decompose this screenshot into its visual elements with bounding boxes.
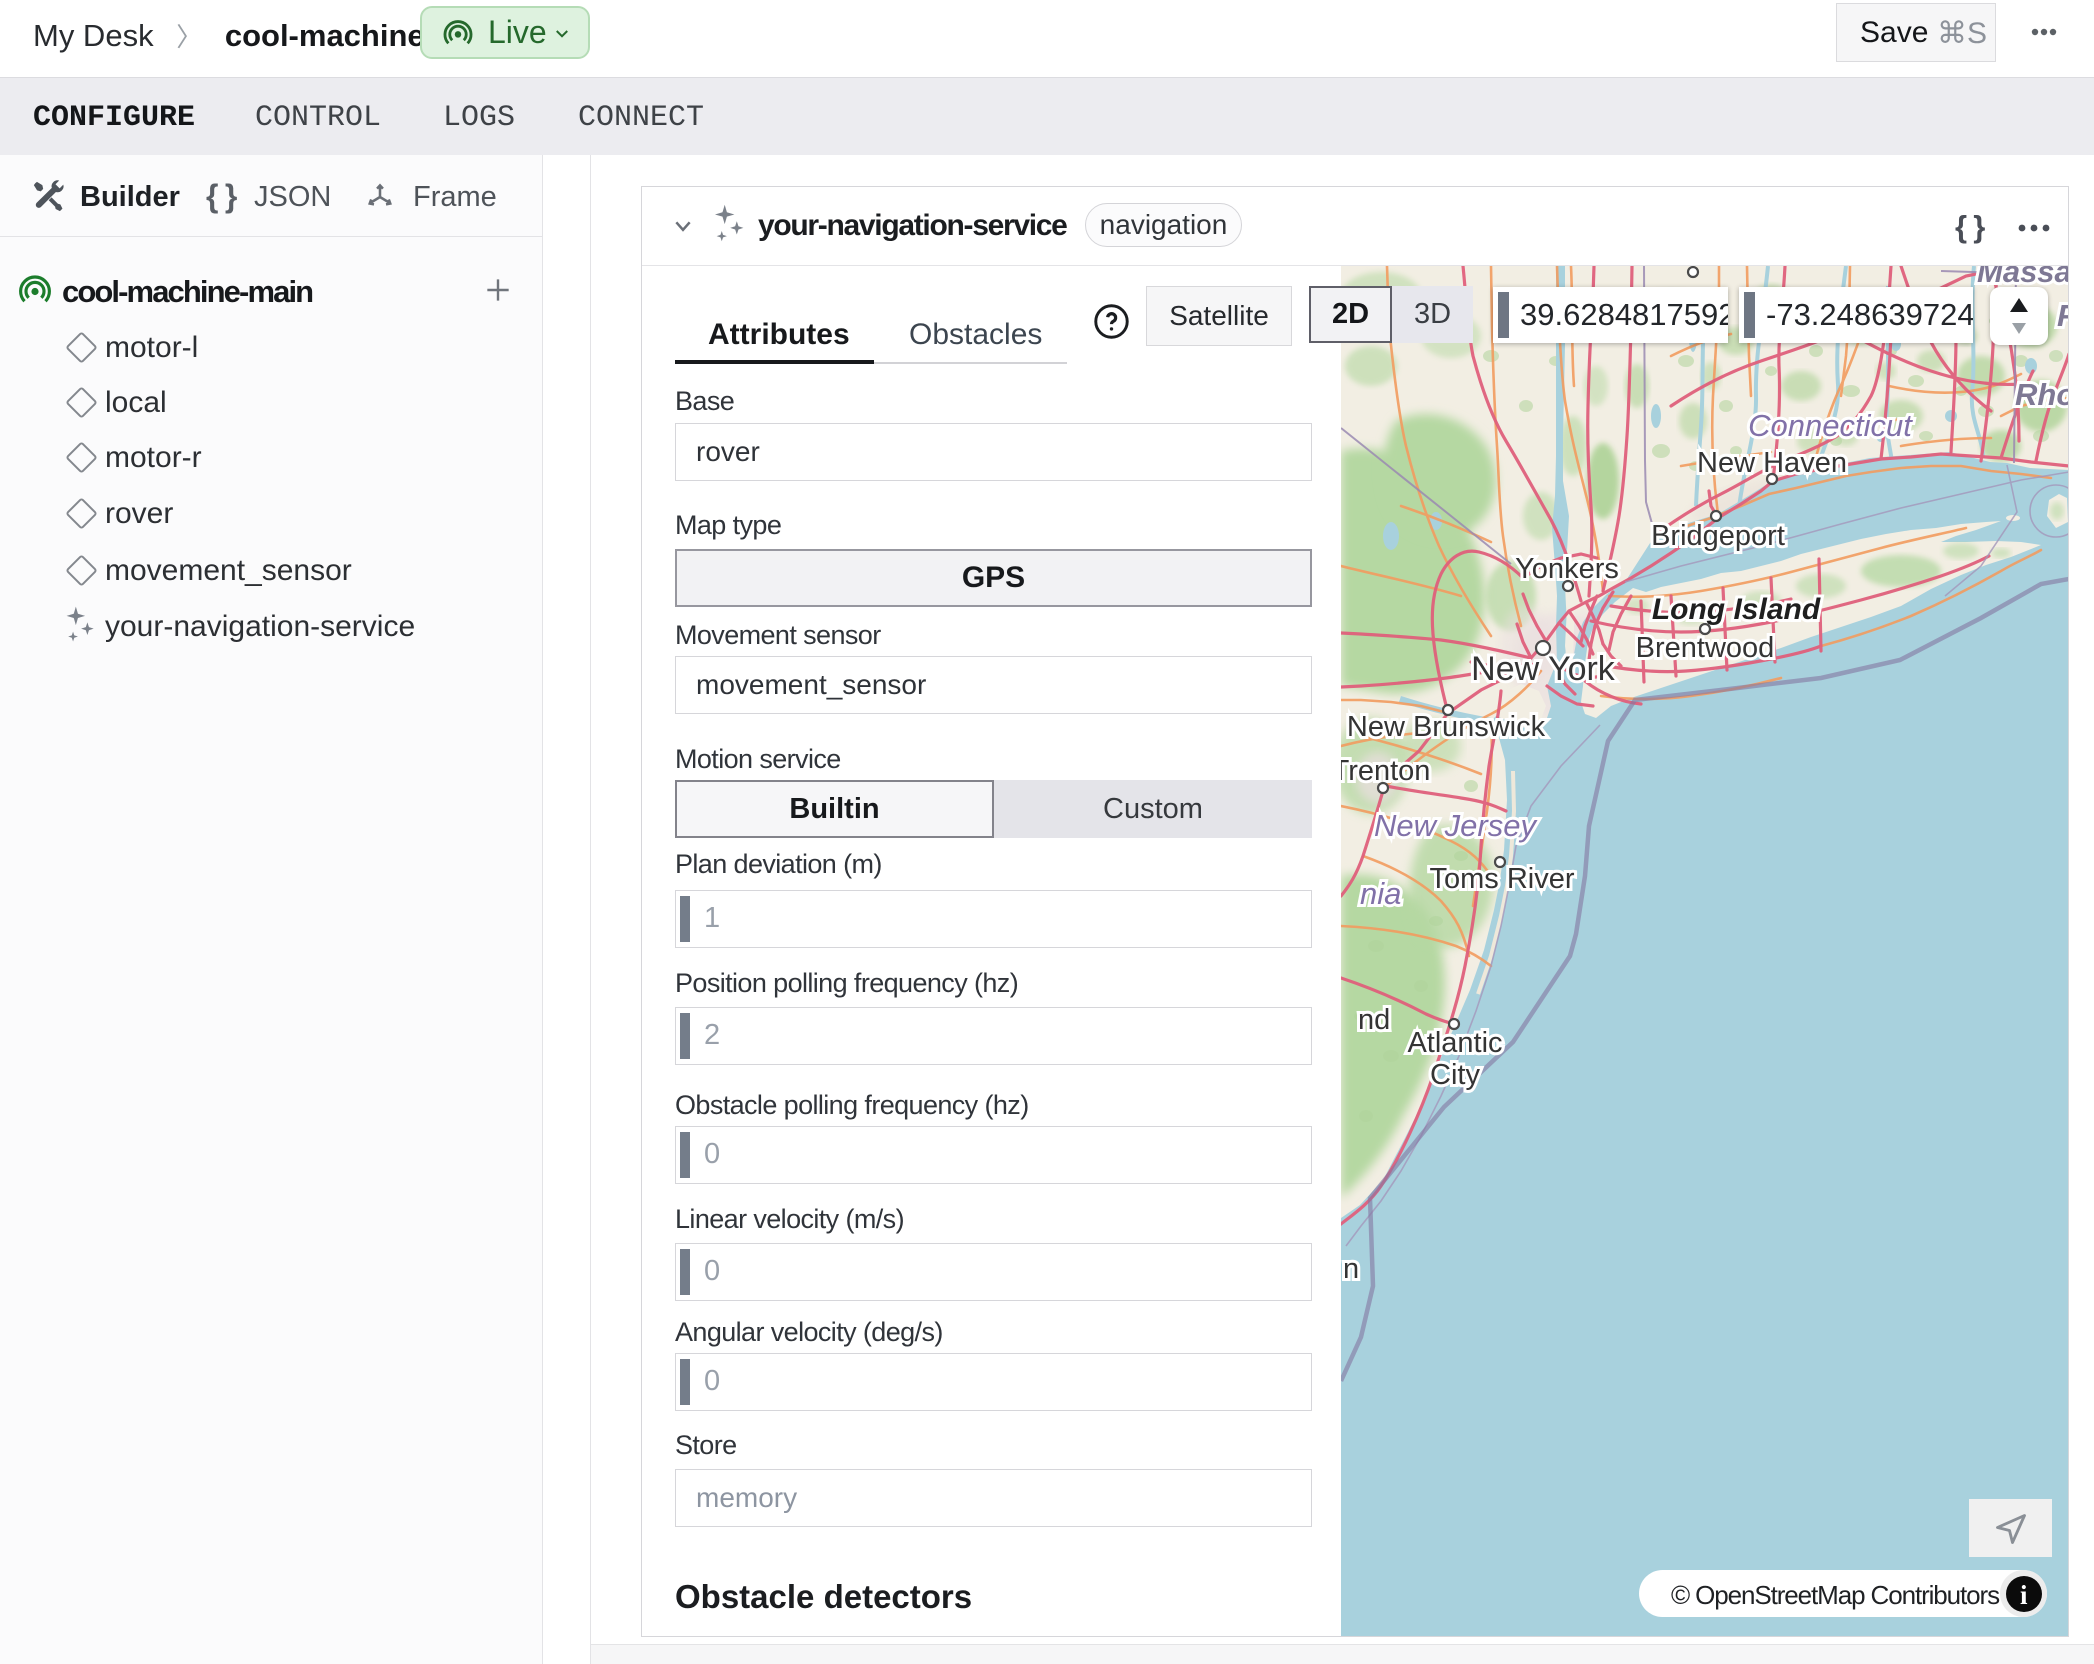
svg-text:nia: nia bbox=[1360, 876, 1401, 911]
svg-text:Long Island: Long Island bbox=[1652, 593, 1821, 626]
svg-text:Toms River: Toms River bbox=[1429, 863, 1574, 895]
svg-text:Rhod: Rhod bbox=[2015, 377, 2069, 412]
svg-text:Atlantic: Atlantic bbox=[1407, 1027, 1502, 1059]
svg-text:Connecticut: Connecticut bbox=[1748, 408, 1913, 443]
svg-text:City: City bbox=[1430, 1059, 1480, 1091]
svg-text:Brentwood: Brentwood bbox=[1636, 632, 1775, 664]
svg-text:New Jersey: New Jersey bbox=[1374, 808, 1538, 843]
svg-text:Bridgeport: Bridgeport bbox=[1651, 520, 1785, 552]
svg-text:Massac: Massac bbox=[1977, 266, 2069, 289]
svg-text:Trenton: Trenton bbox=[1341, 755, 1430, 787]
svg-text:n: n bbox=[1343, 1253, 1359, 1285]
svg-text:nd: nd bbox=[1358, 1004, 1390, 1036]
